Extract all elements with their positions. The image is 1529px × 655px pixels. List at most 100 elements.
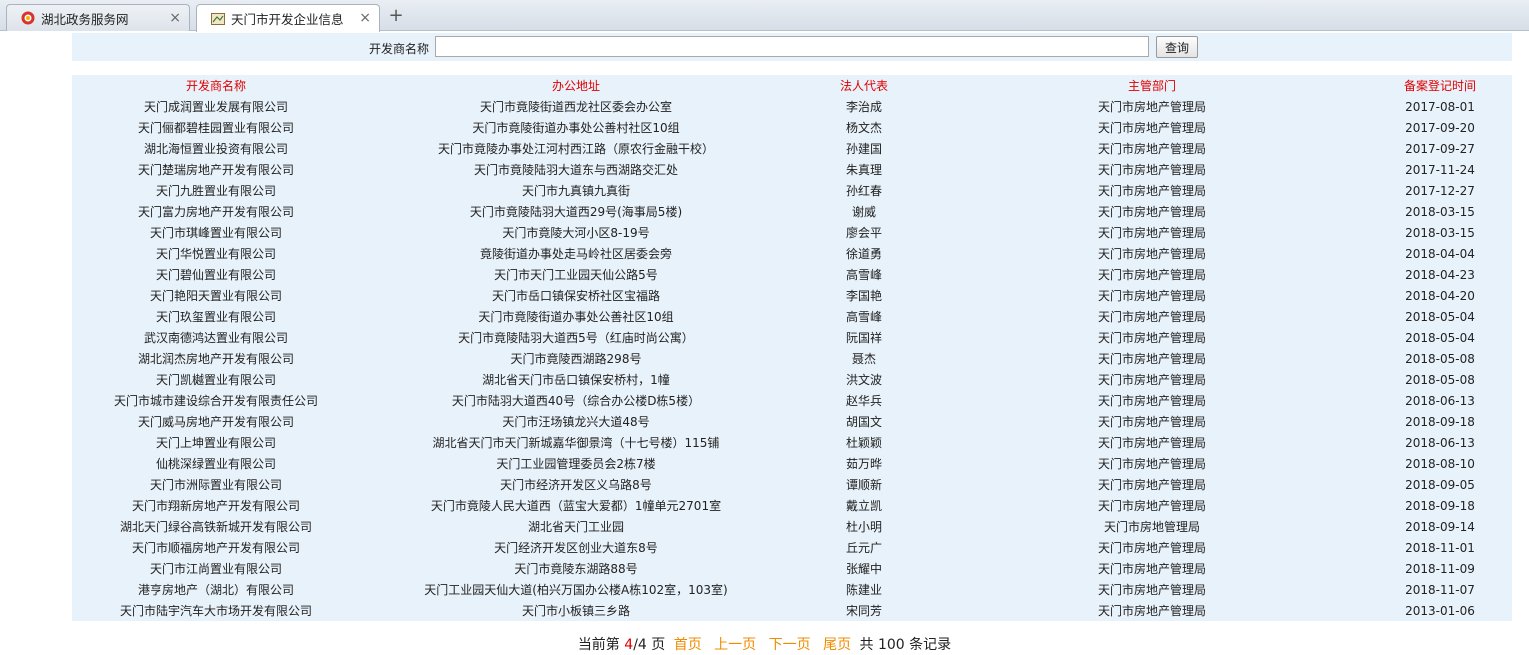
registration-date-cell: 2018-03-15 <box>1405 204 1475 219</box>
table-row: 天门九胜置业有限公司 天门市九真镇九真街 孙红春 天门市房地产管理局 2017-12-2… <box>72 180 1512 201</box>
tab-hubei-gov[interactable]: 湖北政务服务网 × <box>6 4 190 31</box>
legal-rep-cell: 赵华兵 <box>845 394 882 408</box>
developer-name-cell: 天门玖玺置业有限公司 <box>155 310 276 324</box>
office-address-cell: 天门市竟陵陆羽大道东与西湖路交汇处 <box>473 163 678 177</box>
legal-rep-cell: 朱真理 <box>845 163 882 177</box>
registration-date-cell: 2018-06-13 <box>1405 393 1475 408</box>
developer-table-panel: 开发商名称 办公地址 法人代表 主管部门 备案登记时间 天门成润置业发展有限公司… <box>72 75 1512 621</box>
first-page-link[interactable]: 首页 <box>674 637 702 653</box>
table-row: 天门市城市建设综合开发有限责任公司 天门市陆羽大道西40号（综合办公楼D栋5楼） 赵… <box>72 390 1512 411</box>
developer-name-cell: 湖北海恒置业投资有限公司 <box>143 142 288 156</box>
col-header-department: 主管部门 <box>1127 79 1176 93</box>
table-row: 湖北润杰房地产开发有限公司 天门市竟陵西湖路298号 聂杰 天门市房地产管理局 2018… <box>72 348 1512 369</box>
legal-rep-cell: 高雪峰 <box>845 310 882 324</box>
browser-tab-bar: 湖北政务服务网 × 天门市开发企业信息 × + <box>0 0 1529 32</box>
developer-name-search-input[interactable] <box>435 36 1149 57</box>
legal-rep-cell: 孙建国 <box>845 142 882 156</box>
table-row: 天门成润置业发展有限公司 天门市竟陵街道西龙社区委会办公室 李治成 天门市房地产管理局… <box>72 96 1512 117</box>
department-cell: 天门市房地产管理局 <box>1097 247 1206 261</box>
department-cell: 天门市房地产管理局 <box>1097 352 1206 366</box>
tab-label: 湖北政务服务网 <box>41 11 129 27</box>
legal-rep-cell: 李治成 <box>845 100 882 114</box>
search-button[interactable]: 查询 <box>1156 36 1198 58</box>
registration-date-cell: 2017-11-24 <box>1405 162 1475 177</box>
next-page-link[interactable]: 下一页 <box>769 637 811 653</box>
legal-rep-cell: 高雪峰 <box>845 268 882 282</box>
registration-date-cell: 2018-09-14 <box>1405 519 1475 534</box>
department-cell: 天门市房地产管理局 <box>1097 415 1206 429</box>
table-row: 天门市洲际置业有限公司 天门市经济开发区义乌路8号 谭顺新 天门市房地产管理局 2018… <box>72 474 1512 495</box>
registration-date-cell: 2018-03-15 <box>1405 225 1475 240</box>
developer-name-cell: 天门上坤置业有限公司 <box>155 436 276 450</box>
col-header-address: 办公地址 <box>551 79 600 93</box>
developer-name-cell: 天门市江尚置业有限公司 <box>149 562 282 576</box>
table-body: 天门成润置业发展有限公司 天门市竟陵街道西龙社区委会办公室 李治成 天门市房地产管理局… <box>72 96 1512 621</box>
registration-date-cell: 2018-05-08 <box>1405 351 1475 366</box>
new-tab-plus-icon[interactable]: + <box>386 5 406 26</box>
office-address-cell: 天门市竟陵东湖路88号 <box>514 562 638 576</box>
department-cell: 天门市房地产管理局 <box>1097 100 1206 114</box>
legal-rep-cell: 李国艳 <box>845 289 882 303</box>
developer-table: 开发商名称 办公地址 法人代表 主管部门 备案登记时间 天门成润置业发展有限公司… <box>72 75 1512 621</box>
pagination: 当前第 4/4 页 首页 上一页 下一页 尾页 共 100 条记录 <box>0 634 1529 654</box>
developer-name-cell: 天门凯樾置业有限公司 <box>155 373 276 387</box>
table-row: 武汉南德鸿达置业有限公司 天门市竟陵陆羽大道西5号（红庙时尚公寓） 阮国祥 天门市房地… <box>72 327 1512 348</box>
site-favicon-icon <box>21 11 35 25</box>
legal-rep-cell: 陈建业 <box>845 583 882 597</box>
office-address-cell: 天门市竟陵街道办事处公善社区10组 <box>478 310 674 324</box>
department-cell: 天门市房地管理局 <box>1103 520 1200 534</box>
office-address-cell: 天门市陆羽大道西40号（综合办公楼D栋5楼） <box>451 394 701 408</box>
registration-date-cell: 2018-05-04 <box>1405 330 1475 345</box>
developer-name-cell: 湖北润杰房地产开发有限公司 <box>137 352 294 366</box>
pager-total-suffix: 条记录 <box>909 637 952 653</box>
pager-total-prefix: 共 <box>859 637 874 653</box>
legal-rep-cell: 聂杰 <box>851 352 876 366</box>
developer-name-cell: 天门威马房地产开发有限公司 <box>137 415 294 429</box>
legal-rep-cell: 谭顺新 <box>845 478 882 492</box>
legal-rep-cell: 廖会平 <box>845 226 882 240</box>
tab-close-icon[interactable]: × <box>169 10 181 26</box>
table-row: 天门凯樾置业有限公司 湖北省天门市岳口镇保安桥村，1幢 洪文波 天门市房地产管理局 20… <box>72 369 1512 390</box>
registration-date-cell: 2018-09-05 <box>1405 477 1475 492</box>
office-address-cell: 天门工业园管理委员会2栋7楼 <box>496 457 656 471</box>
table-header-row: 开发商名称 办公地址 法人代表 主管部门 备案登记时间 <box>72 75 1512 96</box>
legal-rep-cell: 孙红春 <box>845 184 882 198</box>
developer-name-cell: 港亨房地产（湖北）有限公司 <box>137 583 294 597</box>
department-cell: 天门市房地产管理局 <box>1097 310 1206 324</box>
developer-name-cell: 天门九胜置业有限公司 <box>155 184 276 198</box>
legal-rep-cell: 丘元广 <box>845 541 882 555</box>
legal-rep-cell: 杜颖颖 <box>845 436 882 450</box>
department-cell: 天门市房地产管理局 <box>1097 436 1206 450</box>
office-address-cell: 天门市竟陵西湖路298号 <box>510 352 642 366</box>
legal-rep-cell: 谢威 <box>851 205 876 219</box>
tab-tianmen-developers[interactable]: 天门市开发企业信息 × <box>196 4 380 32</box>
office-address-cell: 天门市竟陵办事处江河村西江路（原农行金融干校） <box>437 142 714 156</box>
department-cell: 天门市房地产管理局 <box>1097 604 1206 618</box>
department-cell: 天门市房地产管理局 <box>1097 331 1206 345</box>
developer-name-cell: 天门市翔新房地产开发有限公司 <box>131 499 300 513</box>
table-row: 天门玖玺置业有限公司 天门市竟陵街道办事处公善社区10组 高雪峰 天门市房地产管理局 2… <box>72 306 1512 327</box>
developer-name-cell: 武汉南德鸿达置业有限公司 <box>143 331 288 345</box>
registration-date-cell: 2017-12-27 <box>1405 183 1475 198</box>
last-page-link[interactable]: 尾页 <box>823 637 851 653</box>
table-row: 天门市顺福房地产开发有限公司 天门经济开发区创业大道东8号 丘元广 天门市房地产管理局… <box>72 537 1512 558</box>
developer-name-cell: 天门成润置业发展有限公司 <box>143 100 288 114</box>
department-cell: 天门市房地产管理局 <box>1097 499 1206 513</box>
department-cell: 天门市房地产管理局 <box>1097 478 1206 492</box>
tab-close-icon[interactable]: × <box>359 10 371 26</box>
department-cell: 天门市房地产管理局 <box>1097 205 1206 219</box>
department-cell: 天门市房地产管理局 <box>1097 226 1206 240</box>
table-row: 天门市翔新房地产开发有限公司 天门市竟陵人民大道西（蓝宝大爱都）1幢单元2701室… <box>72 495 1512 516</box>
prev-page-link[interactable]: 上一页 <box>714 637 756 653</box>
office-address-cell: 天门市九真镇九真街 <box>521 184 630 198</box>
department-cell: 天门市房地产管理局 <box>1097 121 1206 135</box>
developer-name-cell: 天门市顺福房地产开发有限公司 <box>131 541 300 555</box>
department-cell: 天门市房地产管理局 <box>1097 541 1206 555</box>
legal-rep-cell: 洪文波 <box>845 373 882 387</box>
developer-name-cell: 仙桃深绿置业有限公司 <box>155 457 276 471</box>
office-address-cell: 天门市小板镇三乡路 <box>521 604 630 618</box>
office-address-cell: 天门市经济开发区义乌路8号 <box>500 478 652 492</box>
registration-date-cell: 2017-09-20 <box>1405 120 1475 135</box>
pager-total-records: 100 <box>877 637 905 653</box>
office-address-cell: 天门工业园天仙大道(柏兴万国办公楼A栋102室，103室) <box>424 583 728 597</box>
